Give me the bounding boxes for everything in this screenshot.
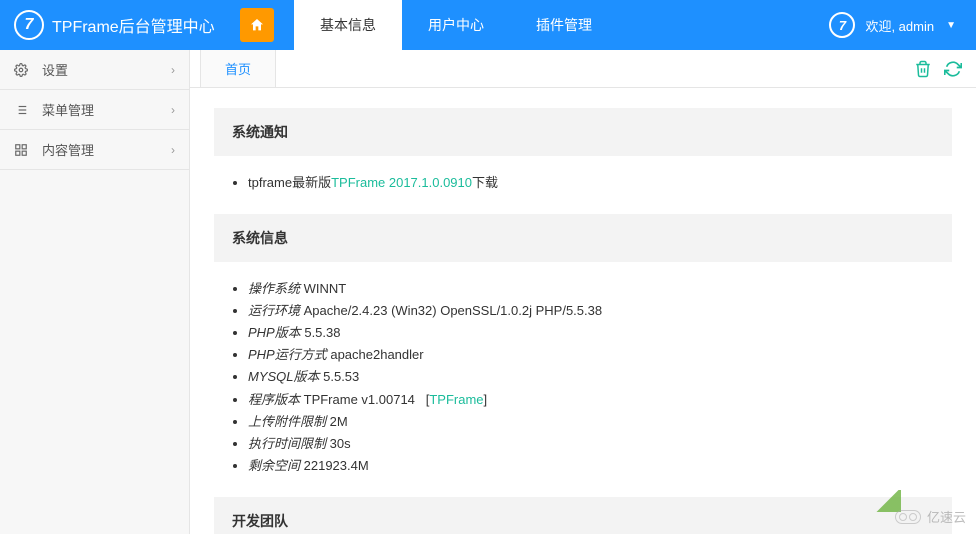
refresh-icon[interactable] xyxy=(944,60,962,78)
page-tab-label: 首页 xyxy=(225,59,251,78)
section-notice-body: tpframe最新版TPFrame 2017.1.0.0910下载 xyxy=(214,172,952,214)
sysinfo-row: PHP运行方式 apache2handler xyxy=(248,344,940,366)
section-team-title: 开发团队 xyxy=(214,497,952,534)
sysinfo-value: apache2handler xyxy=(330,347,423,362)
notice-link[interactable]: TPFrame 2017.1.0.0910 xyxy=(331,175,472,190)
nav-tab-user-center[interactable]: 用户中心 xyxy=(402,0,510,50)
content-scroll[interactable]: 系统通知 tpframe最新版TPFrame 2017.1.0.0910下载 系… xyxy=(190,88,976,534)
nav-tab-basic-info[interactable]: 基本信息 xyxy=(294,0,402,50)
sysinfo-key: 执行时间限制 xyxy=(248,436,330,451)
sidebar-item-label: 菜单管理 xyxy=(42,100,171,119)
sysinfo-value: 221923.4M xyxy=(304,458,369,473)
tab-actions xyxy=(914,50,976,87)
user-logo-icon: 7 xyxy=(829,12,855,38)
sysinfo-value: 2M xyxy=(330,414,348,429)
sysinfo-key: PHP版本 xyxy=(248,325,304,340)
page-tab-bar: 首页 xyxy=(190,50,976,88)
home-button[interactable] xyxy=(240,8,274,42)
sidebar: 设置 › 菜单管理 › 内容管理 › xyxy=(0,50,190,534)
home-icon xyxy=(249,17,265,33)
notice-line: tpframe最新版TPFrame 2017.1.0.0910下载 xyxy=(248,172,940,194)
sysinfo-value: TPFrame v1.00714 xyxy=(304,392,415,407)
sysinfo-value: 5.5.53 xyxy=(323,369,359,384)
nav-tab-plugin-manage[interactable]: 插件管理 xyxy=(510,0,618,50)
section-sysinfo-title: 系统信息 xyxy=(214,214,952,262)
sysinfo-value: WINNT xyxy=(304,281,347,296)
user-menu[interactable]: 7 欢迎, admin ▼ xyxy=(809,12,976,38)
sidebar-item-menu-manage[interactable]: 菜单管理 › xyxy=(0,90,189,130)
sysinfo-row: 剩余空间 221923.4M xyxy=(248,455,940,477)
sidebar-item-content-manage[interactable]: 内容管理 › xyxy=(0,130,189,170)
sysinfo-row: 上传附件限制 2M xyxy=(248,411,940,433)
notice-prefix: tpframe最新版 xyxy=(248,175,331,190)
chevron-right-icon: › xyxy=(171,143,175,157)
nav-tabs: 基本信息 用户中心 插件管理 xyxy=(294,0,618,50)
user-welcome: 欢迎, admin xyxy=(865,16,934,35)
chevron-right-icon: › xyxy=(171,63,175,77)
sysinfo-key: 上传附件限制 xyxy=(248,414,330,429)
sysinfo-key: 剩余空间 xyxy=(248,458,304,473)
sidebar-item-label: 内容管理 xyxy=(42,140,171,159)
sidebar-item-settings[interactable]: 设置 › xyxy=(0,50,189,90)
list-icon xyxy=(14,103,34,117)
brand-title: TPFrame后台管理中心 xyxy=(52,13,215,37)
sysinfo-row: 执行时间限制 30s xyxy=(248,433,940,455)
sysinfo-row: 运行环境 Apache/2.4.23 (Win32) OpenSSL/1.0.2… xyxy=(248,300,940,322)
sysinfo-row: 操作系统 WINNT xyxy=(248,278,940,300)
grid-icon xyxy=(14,143,34,157)
nav-tab-label: 用户中心 xyxy=(428,15,484,35)
gear-icon xyxy=(14,63,34,77)
sysinfo-row: 程序版本 TPFrame v1.00714 [TPFrame] xyxy=(248,389,940,411)
brand-block: 7 TPFrame后台管理中心 xyxy=(0,10,240,40)
sysinfo-key: PHP运行方式 xyxy=(248,347,330,362)
sysinfo-link[interactable]: TPFrame xyxy=(429,392,483,407)
sysinfo-value: 30s xyxy=(330,436,351,451)
chevron-right-icon: › xyxy=(171,103,175,117)
brand-logo-icon: 7 xyxy=(14,10,44,40)
main-area: 设置 › 菜单管理 › 内容管理 › 首页 系统通知 xyxy=(0,50,976,534)
notice-suffix: 下载 xyxy=(472,175,498,190)
trash-icon[interactable] xyxy=(914,60,932,78)
nav-tab-label: 基本信息 xyxy=(320,15,376,35)
section-sysinfo-body: 操作系统 WINNT运行环境 Apache/2.4.23 (Win32) Ope… xyxy=(214,278,952,497)
sysinfo-row: MYSQL版本 5.5.53 xyxy=(248,366,940,388)
page-tab-home[interactable]: 首页 xyxy=(200,50,276,87)
sysinfo-value: 5.5.38 xyxy=(304,325,340,340)
section-notice-title: 系统通知 xyxy=(214,108,952,156)
sysinfo-key: 操作系统 xyxy=(248,281,304,296)
sysinfo-value: Apache/2.4.23 (Win32) OpenSSL/1.0.2j PHP… xyxy=(304,303,602,318)
top-bar: 7 TPFrame后台管理中心 基本信息 用户中心 插件管理 7 欢迎, adm… xyxy=(0,0,976,50)
sysinfo-key: 运行环境 xyxy=(248,303,304,318)
sidebar-item-label: 设置 xyxy=(42,60,171,79)
sysinfo-key: 程序版本 xyxy=(248,392,304,407)
caret-down-icon: ▼ xyxy=(946,20,956,31)
sysinfo-row: PHP版本 5.5.38 xyxy=(248,322,940,344)
nav-tab-label: 插件管理 xyxy=(536,15,592,35)
sysinfo-key: MYSQL版本 xyxy=(248,369,323,384)
content-area: 首页 系统通知 tpframe最新版TPFrame 2017.1.0.0910下… xyxy=(190,50,976,534)
